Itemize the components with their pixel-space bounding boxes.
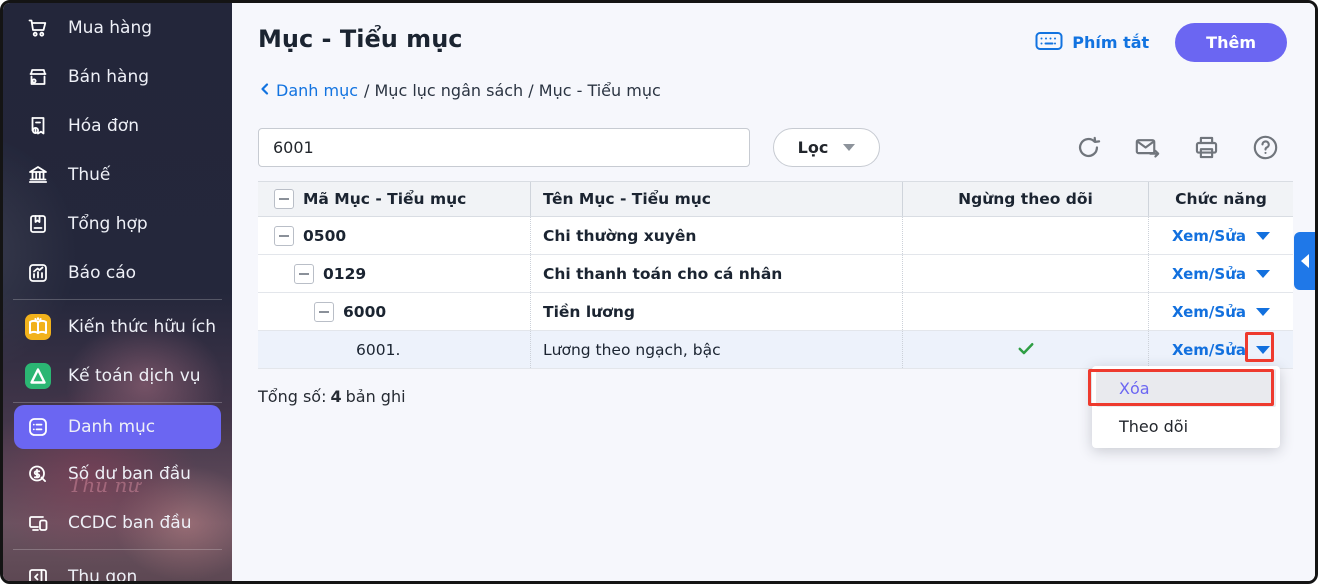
chevron-down-icon[interactable] — [1256, 308, 1270, 316]
chevron-left-icon — [258, 81, 272, 100]
sidebar-divider — [13, 299, 222, 300]
help-icon[interactable] — [1251, 133, 1279, 161]
balance-icon — [25, 461, 51, 487]
sidebar-item-label: Thu gọn — [68, 567, 137, 582]
search-input[interactable] — [258, 128, 750, 167]
row-code: 0129 — [323, 265, 366, 283]
row-code: 6000 — [343, 303, 386, 321]
ledger-icon — [25, 211, 51, 237]
sidebar-item-label: Tổng hợp — [68, 214, 148, 234]
breadcrumb-path: / Mục lục ngân sách / Mục - Tiểu mục — [364, 81, 661, 100]
sidebar-item-hoa-don[interactable]: Hóa đơn — [3, 101, 232, 150]
sidebar-item-kien-thuc-huu-ich[interactable]: Kiến thức hữu ích — [3, 302, 232, 351]
column-header-code: Mã Mục - Tiểu mục — [303, 190, 466, 208]
tree-collapse-checkbox[interactable] — [274, 226, 294, 246]
chevron-down-icon[interactable] — [1256, 346, 1270, 354]
print-icon[interactable] — [1192, 133, 1220, 161]
report-icon — [25, 260, 51, 286]
chevron-left-icon — [1301, 254, 1309, 268]
sidebar-item-label: Kế toán dịch vụ — [68, 366, 201, 386]
sidebar-item-label: Số dư ban đầu — [68, 464, 191, 484]
app-window: Thu nữ Mua hàng Bán hàng Hóa đơn — [0, 0, 1318, 584]
sidebar-item-tong-hop[interactable]: Tổng hợp — [3, 199, 232, 248]
breadcrumb: Danh mục / Mục lục ngân sách / Mục - Tiể… — [258, 81, 661, 100]
collapse-icon — [25, 564, 51, 582]
add-button[interactable]: Thêm — [1175, 23, 1287, 62]
sidebar-item-ccdc-ban-dau[interactable]: CCDC ban đầu — [3, 498, 232, 547]
table-header-row: Mã Mục - Tiểu mục Tên Mục - Tiểu mục Ngừ… — [258, 181, 1293, 217]
sidebar-item-so-du-ban-dau[interactable]: Số dư ban đầu — [3, 449, 232, 498]
sidebar-item-label: Kiến thức hữu ích — [68, 317, 216, 337]
chevron-down-icon[interactable] — [1256, 270, 1270, 278]
sidebar-item-ban-hang[interactable]: Bán hàng — [3, 52, 232, 101]
row-name: Tiền lương — [543, 303, 635, 321]
view-edit-link[interactable]: Xem/Sửa — [1172, 303, 1270, 321]
sidebar-item-label: Mua hàng — [68, 18, 152, 38]
sidebar-item-ke-toan-dich-vu[interactable]: Kế toán dịch vụ — [3, 351, 232, 400]
sidebar-item-thu-gon[interactable]: Thu gọn — [3, 552, 232, 581]
main-content: Mục - Tiểu mục Phím tắt Thêm Danh mục / … — [232, 3, 1315, 581]
sidebar-item-danh-muc[interactable]: Danh mục — [14, 405, 221, 449]
menu-item-delete[interactable]: Xóa — [1096, 369, 1276, 407]
shortcut-label: Phím tắt — [1072, 33, 1149, 52]
row-name: Chi thường xuyên — [543, 227, 696, 245]
sidebar-item-label: Báo cáo — [68, 263, 136, 283]
expand-panel-tab[interactable] — [1294, 232, 1315, 290]
menu-item-follow[interactable]: Theo dõi — [1092, 407, 1280, 445]
select-all-checkbox[interactable] — [274, 189, 294, 209]
view-edit-link[interactable]: Xem/Sửa — [1172, 341, 1270, 359]
row-name: Lương theo ngạch, bậc — [543, 341, 721, 359]
knowledge-icon — [25, 314, 51, 340]
row-actions-menu: Xóa Theo dõi — [1092, 366, 1280, 448]
page-title: Mục - Tiểu mục — [258, 25, 463, 53]
table-row[interactable]: 0500 Chi thường xuyên Xem/Sửa — [258, 217, 1293, 255]
table-row[interactable]: 0129 Chi thanh toán cho cá nhân Xem/Sửa — [258, 255, 1293, 293]
tree-collapse-checkbox[interactable] — [294, 264, 314, 284]
sidebar-divider — [13, 549, 222, 550]
tree-collapse-checkbox[interactable] — [314, 302, 334, 322]
sidebar-item-thue[interactable]: Thuế — [3, 150, 232, 199]
row-code: 0500 — [303, 227, 346, 245]
chevron-down-icon — [843, 144, 855, 151]
view-edit-link[interactable]: Xem/Sửa — [1172, 227, 1270, 245]
keyboard-icon — [1035, 31, 1063, 55]
sidebar-item-mua-hang[interactable]: Mua hàng — [3, 3, 232, 52]
sidebar-item-label: Thuế — [68, 165, 110, 185]
refresh-icon[interactable] — [1074, 133, 1102, 161]
column-header-actions: Chức năng — [1175, 190, 1267, 208]
bank-icon — [25, 162, 51, 188]
shortcut-button[interactable]: Phím tắt — [1035, 31, 1149, 55]
invoice-icon — [25, 113, 51, 139]
items-table: Mã Mục - Tiểu mục Tên Mục - Tiểu mục Ngừ… — [258, 181, 1293, 369]
sidebar-item-bao-cao[interactable]: Báo cáo — [3, 248, 232, 297]
cart-icon — [25, 15, 51, 41]
store-icon — [25, 64, 51, 90]
row-code: 6001. — [356, 341, 400, 359]
chevron-down-icon[interactable] — [1256, 232, 1270, 240]
accounting-service-icon — [25, 363, 51, 389]
column-header-name: Tên Mục - Tiểu mục — [543, 190, 711, 208]
column-header-stopped: Ngừng theo dõi — [958, 190, 1093, 208]
sidebar-divider — [13, 402, 222, 403]
row-name: Chi thanh toán cho cá nhân — [543, 265, 782, 283]
sidebar-item-label: Hóa đơn — [68, 116, 139, 136]
send-mail-icon[interactable] — [1133, 133, 1161, 161]
sidebar-item-label: CCDC ban đầu — [68, 513, 191, 533]
filter-button[interactable]: Lọc — [773, 128, 880, 167]
sidebar-item-label: Bán hàng — [68, 67, 149, 87]
sidebar: Thu nữ Mua hàng Bán hàng Hóa đơn — [3, 3, 232, 581]
table-row-selected[interactable]: 6001. Lương theo ngạch, bậc Xem/Sửa — [258, 331, 1293, 369]
records-total: Tổng số:4bản ghi — [258, 387, 406, 406]
breadcrumb-back-link[interactable]: Danh mục — [258, 81, 358, 100]
category-icon — [25, 414, 51, 440]
devices-icon — [25, 510, 51, 536]
view-edit-link[interactable]: Xem/Sửa — [1172, 265, 1270, 283]
sidebar-item-label: Danh mục — [68, 417, 155, 437]
stopped-check-icon — [1016, 338, 1036, 362]
table-row[interactable]: 6000 Tiền lương Xem/Sửa — [258, 293, 1293, 331]
